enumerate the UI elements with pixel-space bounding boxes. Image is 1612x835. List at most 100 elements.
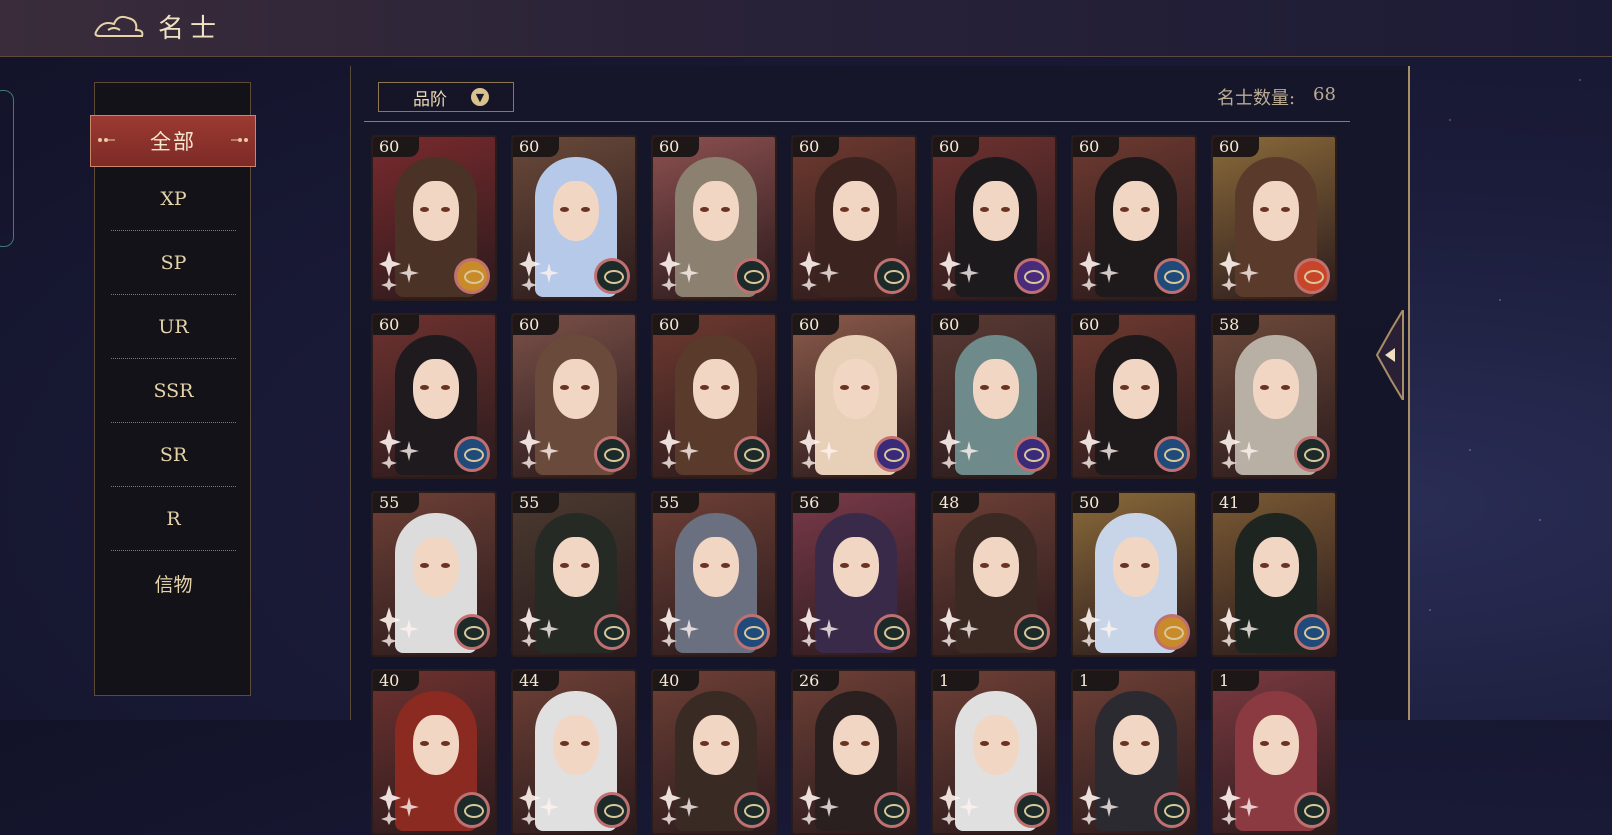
portrait-face: [833, 181, 879, 241]
sparkle-icon: [799, 251, 839, 291]
level-value: 55: [379, 493, 400, 512]
level-value: 60: [1079, 137, 1100, 156]
portrait-face: [1253, 359, 1299, 419]
filter-all-active[interactable]: 全部: [90, 115, 256, 167]
sort-dropdown[interactable]: 品阶 ▼: [378, 82, 514, 112]
level-badge: 50: [1073, 493, 1119, 513]
ornament-dots-icon: [98, 138, 115, 142]
character-card[interactable]: 40: [651, 669, 777, 835]
sparkle-icon: [659, 785, 699, 825]
filter-label: R: [166, 508, 181, 530]
filter-label: SP: [160, 252, 187, 274]
character-card[interactable]: 60: [511, 135, 637, 301]
character-card[interactable]: 55: [371, 491, 497, 657]
character-card[interactable]: 1: [1071, 669, 1197, 835]
character-card[interactable]: 58: [1211, 313, 1337, 479]
character-card[interactable]: 60: [371, 313, 497, 479]
portrait-eye: [1260, 385, 1269, 390]
filter-sr[interactable]: SR: [111, 423, 236, 487]
compass-emblem-icon: [874, 614, 910, 650]
sparkle-icon: [519, 785, 559, 825]
filter-sp[interactable]: SP: [111, 231, 236, 295]
sparkle-icon: [1079, 429, 1119, 469]
character-card[interactable]: 26: [791, 669, 917, 835]
character-card[interactable]: 60: [1211, 135, 1337, 301]
level-value: 60: [1079, 315, 1100, 334]
character-card[interactable]: 60: [1071, 313, 1197, 479]
portrait-eye: [1260, 207, 1269, 212]
compass-emblem-icon: [734, 258, 770, 294]
filter-label: UR: [158, 316, 189, 338]
portrait-face: [693, 359, 739, 419]
level-value: 60: [939, 315, 960, 334]
character-card[interactable]: 60: [931, 313, 1057, 479]
filter-token[interactable]: 信物: [111, 551, 236, 615]
filter-label: SSR: [153, 380, 194, 402]
portrait-face: [553, 715, 599, 775]
level-value: 55: [519, 493, 540, 512]
character-card[interactable]: 50: [1071, 491, 1197, 657]
title-group: 名士: [92, 8, 222, 45]
portrait-face: [413, 537, 459, 597]
level-badge: 1: [933, 671, 979, 691]
level-badge: 60: [653, 315, 699, 335]
character-card[interactable]: 44: [511, 669, 637, 835]
character-card[interactable]: 60: [1071, 135, 1197, 301]
portrait-eye: [560, 207, 569, 212]
portrait-face: [1113, 181, 1159, 241]
filter-ssr[interactable]: SSR: [111, 359, 236, 423]
portrait-eye: [700, 741, 709, 746]
level-value: 60: [659, 315, 680, 334]
portrait-face: [1113, 537, 1159, 597]
portrait-face: [413, 359, 459, 419]
sparkle-icon: [799, 785, 839, 825]
portrait-face: [1253, 537, 1299, 597]
portrait-face: [1113, 359, 1159, 419]
level-value: 60: [939, 137, 960, 156]
left-edge-tab[interactable]: [0, 90, 14, 247]
portrait-eye: [1281, 207, 1290, 212]
count-value: 68: [1313, 84, 1336, 105]
portrait-eye: [1001, 207, 1010, 212]
level-badge: 60: [373, 315, 419, 335]
character-card[interactable]: 55: [651, 491, 777, 657]
level-badge: 1: [1073, 671, 1119, 691]
portrait-face: [693, 181, 739, 241]
character-card[interactable]: 60: [511, 313, 637, 479]
character-card[interactable]: 60: [371, 135, 497, 301]
portrait-eye: [700, 207, 709, 212]
character-card[interactable]: 48: [931, 491, 1057, 657]
portrait-eye: [840, 741, 849, 746]
level-badge: 60: [933, 137, 979, 157]
character-card[interactable]: 60: [651, 135, 777, 301]
level-badge: 58: [1213, 315, 1259, 335]
character-card[interactable]: 60: [791, 313, 917, 479]
portrait-eye: [1001, 741, 1010, 746]
character-card[interactable]: 1: [931, 669, 1057, 835]
collapse-arrow-icon[interactable]: [1373, 310, 1407, 400]
orb-emblem-icon: [1014, 258, 1050, 294]
wave-emblem-icon: [1154, 258, 1190, 294]
sparkle-icon: [519, 429, 559, 469]
character-card[interactable]: 55: [511, 491, 637, 657]
portrait-face: [973, 537, 1019, 597]
wave-emblem-icon: [454, 436, 490, 472]
character-card[interactable]: 56: [791, 491, 917, 657]
compass-emblem-icon: [734, 792, 770, 828]
level-value: 50: [1079, 493, 1100, 512]
character-card[interactable]: 40: [371, 669, 497, 835]
level-badge: 60: [653, 137, 699, 157]
character-card[interactable]: 1: [1211, 669, 1337, 835]
filter-xp[interactable]: XP: [111, 167, 236, 231]
character-card[interactable]: 41: [1211, 491, 1337, 657]
character-card[interactable]: 60: [931, 135, 1057, 301]
level-badge: 60: [373, 137, 419, 157]
level-badge: 60: [793, 315, 839, 335]
level-badge: 44: [513, 671, 559, 691]
filter-ur[interactable]: UR: [111, 295, 236, 359]
filter-r[interactable]: R: [111, 487, 236, 551]
character-card[interactable]: 60: [791, 135, 917, 301]
compass-emblem-icon: [1294, 436, 1330, 472]
wave-emblem-icon: [1294, 614, 1330, 650]
character-card[interactable]: 60: [651, 313, 777, 479]
